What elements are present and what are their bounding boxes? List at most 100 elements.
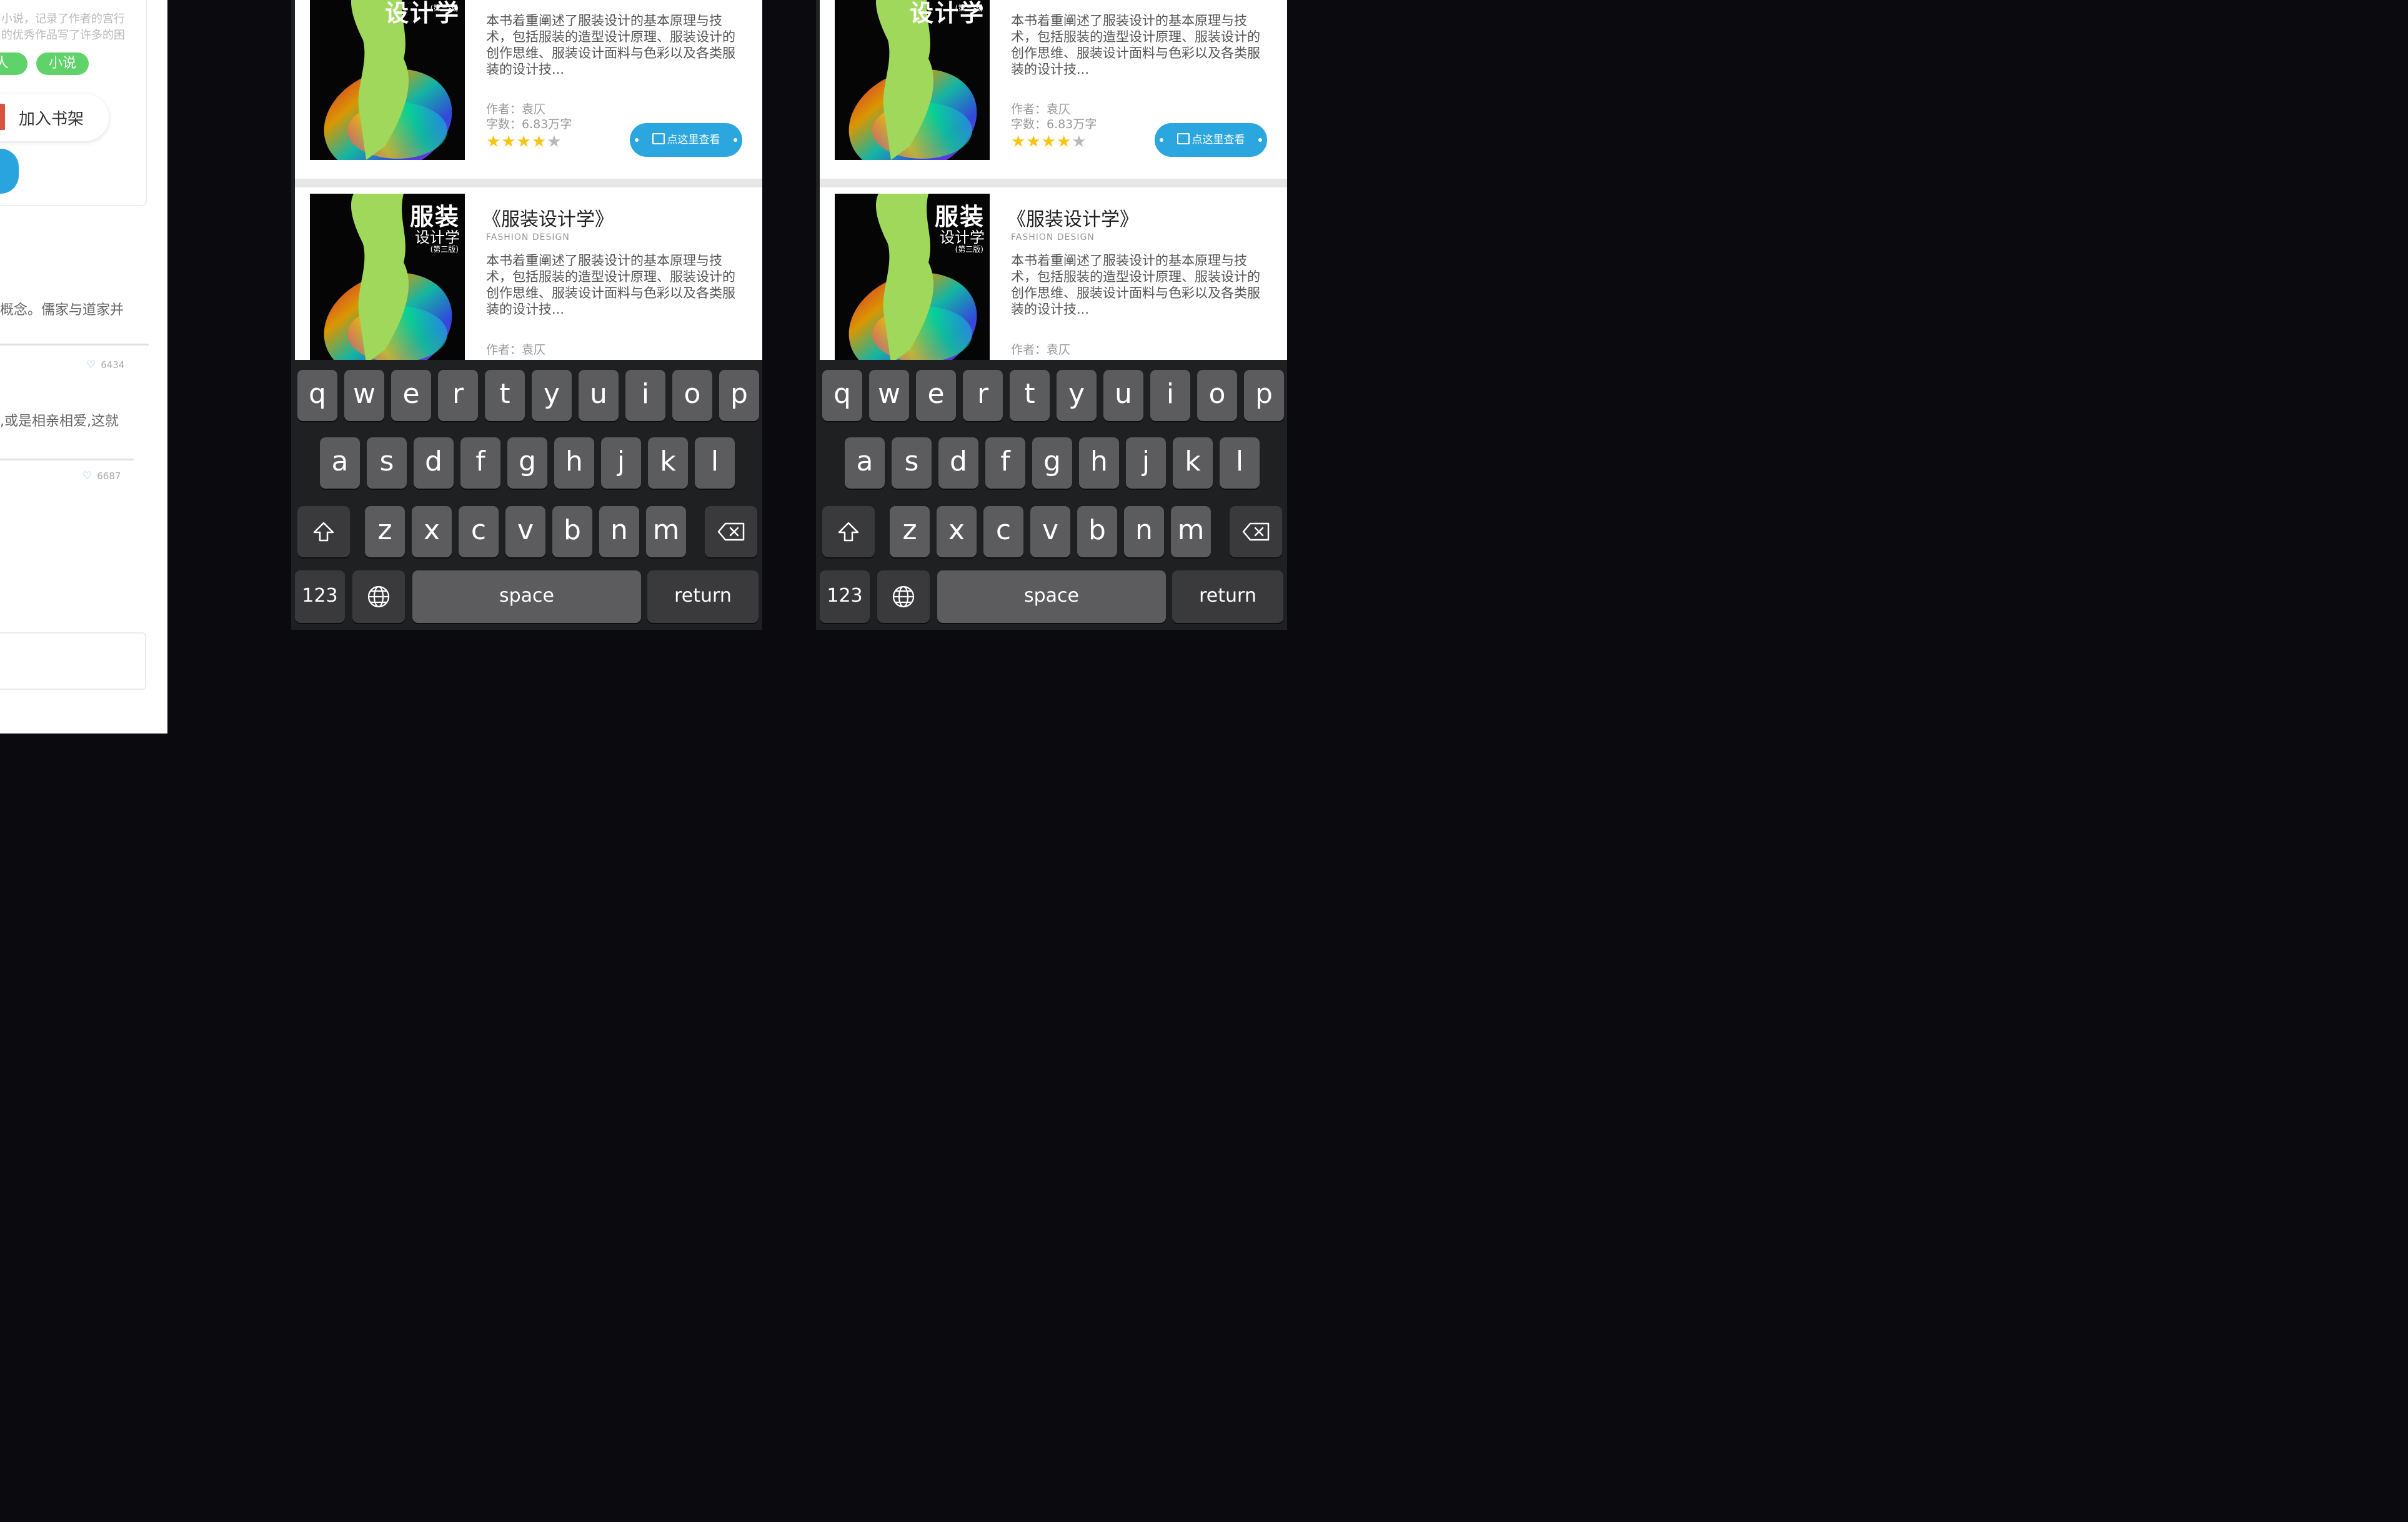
book-card[interactable]: 服装 设计学 (第三版) 《服装设计学》 FASHION DESIGN 本书着重… bbox=[820, 187, 1287, 360]
key-f[interactable]: f bbox=[985, 437, 1025, 489]
return-key[interactable]: return bbox=[647, 570, 759, 623]
book-cover[interactable]: 设计学 (第三版) bbox=[310, 0, 465, 160]
key-q[interactable]: q bbox=[297, 370, 337, 421]
book-card[interactable]: 设计学 (第三版) 本书着重阐述了服装设计的基本原理与技术，包括服装的造型设计原… bbox=[295, 0, 762, 179]
book-card[interactable]: 设计学 (第三版) 本书着重阐述了服装设计的基本原理与技术，包括服装的造型设计原… bbox=[820, 0, 1287, 179]
key-e[interactable]: e bbox=[916, 370, 956, 421]
key-l[interactable]: l bbox=[695, 437, 735, 489]
space-key[interactable]: space bbox=[937, 570, 1166, 623]
key-d[interactable]: d bbox=[938, 437, 978, 489]
numbers-key[interactable]: 123 bbox=[295, 570, 345, 623]
key-u[interactable]: u bbox=[579, 370, 619, 421]
shift-key[interactable] bbox=[297, 506, 350, 557]
return-key[interactable]: return bbox=[1172, 570, 1283, 623]
book-title[interactable]: 《服装设计学》 bbox=[482, 204, 614, 231]
tag-person[interactable]: 人 bbox=[0, 52, 27, 75]
key-o[interactable]: o bbox=[1197, 370, 1237, 421]
key-z[interactable]: z bbox=[365, 506, 405, 557]
star-icon: ★ bbox=[486, 132, 502, 151]
key-y[interactable]: y bbox=[1057, 370, 1097, 421]
add-to-shelf-button[interactable]: 加入书架 bbox=[0, 94, 109, 141]
key-j[interactable]: j bbox=[1126, 437, 1166, 489]
key-m[interactable]: m bbox=[1171, 506, 1211, 557]
key-v[interactable]: v bbox=[1030, 506, 1070, 557]
key-r[interactable]: r bbox=[963, 370, 1003, 421]
key-k[interactable]: k bbox=[648, 437, 688, 489]
book-cover[interactable]: 设计学 (第三版) bbox=[835, 0, 990, 160]
key-w[interactable]: w bbox=[869, 370, 909, 421]
key-g[interactable]: g bbox=[507, 437, 547, 489]
key-a[interactable]: a bbox=[320, 437, 360, 489]
heart-icon: ♡ bbox=[86, 359, 96, 371]
key-g[interactable]: g bbox=[1032, 437, 1072, 489]
star-icon: ★ bbox=[1011, 132, 1027, 151]
globe-key[interactable] bbox=[352, 570, 405, 623]
space-key[interactable]: space bbox=[412, 570, 641, 623]
comment-input[interactable] bbox=[0, 632, 146, 690]
key-j[interactable]: j bbox=[601, 437, 641, 489]
tag-novel[interactable]: 小说 bbox=[36, 52, 89, 75]
globe-key[interactable] bbox=[877, 570, 930, 623]
key-c[interactable]: c bbox=[459, 506, 499, 557]
key-e[interactable]: e bbox=[391, 370, 431, 421]
book-word-count: 字数：6.83万字 bbox=[1011, 117, 1097, 131]
like-count[interactable]: ♡ 6687 bbox=[82, 470, 121, 482]
key-m[interactable]: m bbox=[646, 506, 686, 557]
book-list[interactable]: 设计学 (第三版) 本书着重阐述了服装设计的基本原理与技术，包括服装的造型设计原… bbox=[820, 0, 1287, 360]
key-p[interactable]: p bbox=[1244, 370, 1284, 421]
key-w[interactable]: w bbox=[344, 370, 384, 421]
key-n[interactable]: n bbox=[1124, 506, 1164, 557]
backspace-icon bbox=[1242, 522, 1270, 541]
key-u[interactable]: u bbox=[1103, 370, 1143, 421]
key-r[interactable]: r bbox=[438, 370, 478, 421]
key-a[interactable]: a bbox=[845, 437, 885, 489]
key-i[interactable]: i bbox=[625, 370, 665, 421]
numbers-key[interactable]: 123 bbox=[820, 570, 870, 623]
key-b[interactable]: b bbox=[1077, 506, 1117, 557]
shift-key[interactable] bbox=[822, 506, 875, 557]
star-icon: ★ bbox=[501, 132, 517, 151]
book-card[interactable]: 服装 设计学 (第三版) 《服装设计学》 FASHION DESIGN 本书着重… bbox=[295, 187, 762, 360]
key-h[interactable]: h bbox=[1079, 437, 1119, 489]
key-b[interactable]: b bbox=[552, 506, 592, 557]
key-l[interactable]: l bbox=[1220, 437, 1260, 489]
view-book-button[interactable]: 点这里查看 bbox=[630, 123, 742, 157]
key-p[interactable]: p bbox=[719, 370, 759, 421]
book-stack-icon bbox=[0, 104, 5, 130]
backspace-key[interactable] bbox=[1230, 506, 1282, 557]
key-n[interactable]: n bbox=[599, 506, 639, 557]
backspace-key[interactable] bbox=[705, 506, 757, 557]
key-y[interactable]: y bbox=[532, 370, 572, 421]
star-rating: ★★★★★ bbox=[1011, 132, 1087, 151]
key-c[interactable]: c bbox=[983, 506, 1023, 557]
star-icon: ★ bbox=[1041, 132, 1057, 151]
key-q[interactable]: q bbox=[822, 370, 862, 421]
key-s[interactable]: s bbox=[367, 437, 407, 489]
key-s[interactable]: s bbox=[892, 437, 932, 489]
key-t[interactable]: t bbox=[485, 370, 525, 421]
cover-edition: (第三版) bbox=[430, 4, 459, 12]
key-x[interactable]: x bbox=[937, 506, 977, 557]
key-i[interactable]: i bbox=[1150, 370, 1190, 421]
book-description: 本书着重阐述了服装设计的基本原理与技术，包括服装的造型设计原理、服装设计的创作思… bbox=[1011, 253, 1260, 317]
read-button[interactable] bbox=[0, 149, 19, 194]
key-x[interactable]: x bbox=[412, 506, 452, 557]
book-list[interactable]: 设计学 (第三版) 本书着重阐述了服装设计的基本原理与技术，包括服装的造型设计原… bbox=[295, 0, 762, 360]
key-f[interactable]: f bbox=[460, 437, 500, 489]
key-d[interactable]: d bbox=[414, 437, 454, 489]
description-line: 的优秀作品写了许多的困 bbox=[1, 29, 125, 42]
key-k[interactable]: k bbox=[1173, 437, 1213, 489]
book-description: 本书着重阐述了服装设计的基本原理与技术，包括服装的造型设计原理、服装设计的创作思… bbox=[486, 13, 735, 77]
key-o[interactable]: o bbox=[672, 370, 712, 421]
like-count[interactable]: ♡ 6434 bbox=[86, 359, 124, 371]
key-v[interactable]: v bbox=[505, 506, 545, 557]
book-cover[interactable]: 服装 设计学 (第三版) bbox=[310, 194, 465, 360]
key-h[interactable]: h bbox=[554, 437, 594, 489]
key-t[interactable]: t bbox=[1010, 370, 1050, 421]
shift-icon bbox=[838, 522, 859, 542]
book-title[interactable]: 《服装设计学》 bbox=[1007, 204, 1138, 231]
star-icon: ★ bbox=[531, 132, 547, 151]
key-z[interactable]: z bbox=[890, 506, 930, 557]
book-cover[interactable]: 服装 设计学 (第三版) bbox=[835, 194, 990, 360]
view-book-button[interactable]: 点这里查看 bbox=[1155, 123, 1267, 157]
